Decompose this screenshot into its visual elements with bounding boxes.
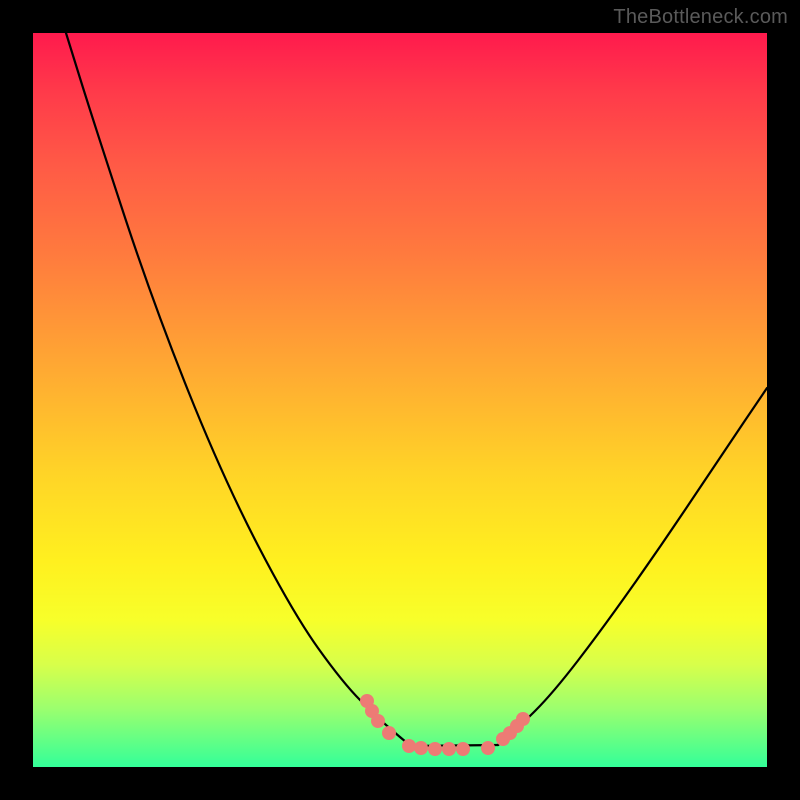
data-marker (371, 714, 385, 728)
data-marker (402, 739, 416, 753)
chart-svg (33, 33, 767, 767)
data-marker (442, 742, 456, 756)
data-marker (481, 741, 495, 755)
data-marker (382, 726, 396, 740)
plot-area (33, 33, 767, 767)
data-marker (428, 742, 442, 756)
data-marker (414, 741, 428, 755)
chart-frame: TheBottleneck.com (0, 0, 800, 800)
curve-left-branch (66, 33, 411, 746)
data-marker (456, 742, 470, 756)
data-marker (516, 712, 530, 726)
watermark-label: TheBottleneck.com (613, 6, 788, 29)
curve-right-branch (498, 388, 767, 745)
